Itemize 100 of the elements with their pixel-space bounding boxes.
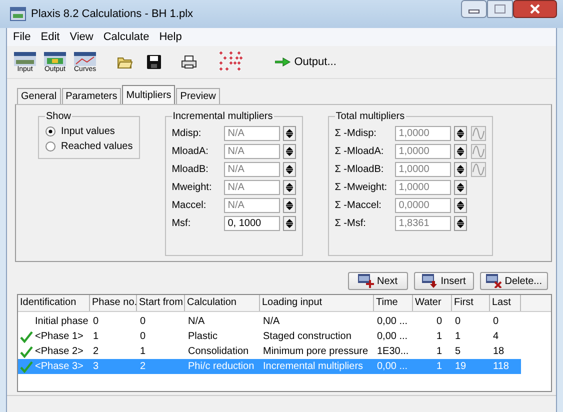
menu-item[interactable]: Edit — [40, 31, 60, 43]
radio-button[interactable] — [45, 141, 56, 152]
insert-button[interactable]: Insert — [414, 272, 474, 290]
table-cell: <Phase 1> — [35, 331, 84, 342]
spinner-icon[interactable] — [454, 216, 467, 230]
field-label: Msf: — [172, 218, 192, 228]
table-cell: 0 — [436, 316, 442, 327]
radio-label[interactable]: Reached values — [61, 141, 133, 152]
minimize-button[interactable] — [461, 0, 487, 18]
menu-item[interactable]: View — [70, 31, 94, 43]
field-label: Mweight: — [172, 182, 213, 192]
phase-row[interactable]: <Phase 1> 1 0 Plastic Staged construction 0,00 ... 1 1 4 — [18, 329, 551, 344]
print-icon[interactable] — [181, 55, 198, 69]
menu-item[interactable]: Help — [159, 31, 182, 43]
spinner-icon[interactable] — [282, 126, 296, 140]
phase-row[interactable]: Initial phase 0 0 N/A N/A 0,00 ... 0 0 0 — [18, 314, 551, 329]
table-cell: N/A — [263, 316, 280, 327]
close-button[interactable] — [513, 0, 557, 18]
group-title: Incremental multipliers — [172, 111, 274, 122]
table-cell: Staged construction — [263, 331, 352, 342]
value-field[interactable]: 0, 1000 — [224, 216, 280, 230]
table-cell: 2 — [93, 346, 99, 357]
tab[interactable]: Parameters — [62, 88, 122, 104]
table-cell: N/A — [188, 316, 205, 327]
table-cell: Consolidation — [188, 346, 249, 357]
table-cell: Minimum pore pressure — [263, 346, 368, 357]
value-field[interactable]: 1,8361 — [394, 216, 451, 230]
value-field[interactable]: 1,0000 — [394, 144, 451, 158]
phase-row[interactable]: <Phase 2> 2 1 Consolidation Minimum pore pressure 1E30... 1 5 18 — [18, 344, 551, 359]
field-label: Σ -Maccel: — [334, 200, 382, 210]
table-cell: Initial phase — [35, 316, 88, 327]
table-cell: 0 — [140, 331, 146, 342]
next-button[interactable]: Next — [348, 272, 408, 290]
field-label: Σ -MloadA: — [334, 146, 385, 156]
radio-label[interactable]: Input values — [61, 126, 115, 137]
column-header[interactable]: Calculation — [185, 295, 260, 311]
table-cell: 1 — [436, 331, 442, 342]
field-label: Mdisp: — [172, 128, 202, 138]
table-cell: 1 — [436, 346, 442, 357]
group-title: Show — [45, 111, 72, 122]
table-cell: 1 — [93, 331, 99, 342]
column-header[interactable]: Time — [374, 295, 413, 311]
spinner-icon[interactable] — [454, 180, 467, 194]
app-icon — [10, 7, 26, 21]
menu-item[interactable]: Calculate — [103, 31, 150, 43]
table-cell: 19 — [455, 361, 466, 372]
table-cell: 0 — [493, 316, 499, 327]
table-cell: 0 — [140, 316, 146, 327]
table-cell: 118 — [493, 361, 509, 372]
spinner-icon[interactable] — [282, 198, 296, 212]
table-cell: Phi/c reduction — [188, 361, 254, 372]
tab[interactable]: General — [17, 88, 61, 104]
program-icon — [74, 52, 96, 66]
spinner-icon[interactable] — [282, 180, 296, 194]
column-header[interactable]: Identification — [18, 295, 90, 311]
table-cell: 1 — [455, 331, 461, 342]
spinner-icon[interactable] — [282, 216, 296, 230]
value-field[interactable]: 1,0000 — [394, 126, 451, 140]
value-field[interactable]: 1,0000 — [394, 180, 451, 194]
table-cell: 0 — [93, 316, 99, 327]
delete-button[interactable]: Delete... — [480, 272, 548, 290]
tab[interactable]: Preview — [176, 88, 220, 104]
field-label: Maccel: — [172, 200, 208, 210]
table-cell: 1 — [436, 361, 442, 372]
tab[interactable]: Multipliers — [122, 85, 176, 104]
spinner-icon[interactable] — [282, 144, 296, 158]
table-cell: Incremental multipliers — [263, 361, 364, 372]
spinner-icon[interactable] — [454, 126, 467, 140]
field-label: MloadA: — [172, 146, 210, 156]
add-phase-icon — [358, 274, 374, 288]
spinner-icon[interactable] — [454, 198, 467, 212]
column-header[interactable]: Start from — [137, 295, 185, 311]
column-header[interactable]: First — [452, 295, 490, 311]
output-button[interactable]: Output... — [269, 55, 342, 69]
spinner-icon[interactable] — [454, 144, 467, 158]
value-field[interactable]: 1,0000 — [394, 162, 451, 176]
window-title: Plaxis 8.2 Calculations - BH 1.plx — [31, 8, 194, 20]
column-header[interactable]: Loading input — [260, 295, 374, 311]
points-grid-icon[interactable] — [219, 51, 244, 73]
menu-item[interactable]: File — [13, 31, 31, 43]
value-field[interactable]: 0,0000 — [394, 198, 451, 212]
table-cell: 0,00 ... — [377, 331, 408, 342]
table-cell: 2 — [140, 361, 146, 372]
field-label: Σ -Mdisp: — [334, 128, 378, 138]
table-cell: 0 — [455, 316, 461, 327]
column-header[interactable]: Phase no. — [90, 295, 137, 311]
open-folder-icon[interactable] — [117, 55, 134, 69]
field-label: Σ -Msf: — [334, 218, 367, 228]
program-icon — [44, 52, 66, 66]
radio-button[interactable] — [45, 126, 56, 137]
table-cell: 0,00 ... — [377, 361, 408, 372]
column-header[interactable]: Last — [490, 295, 521, 311]
table-cell: 5 — [455, 346, 461, 357]
column-header[interactable]: Water — [413, 295, 452, 311]
table-cell: <Phase 2> — [35, 346, 84, 357]
spinner-icon[interactable] — [282, 162, 296, 176]
table-cell: 0,00 ... — [377, 316, 408, 327]
save-icon[interactable] — [147, 55, 162, 69]
spinner-icon[interactable] — [454, 162, 467, 176]
table-cell: 3 — [93, 361, 99, 372]
